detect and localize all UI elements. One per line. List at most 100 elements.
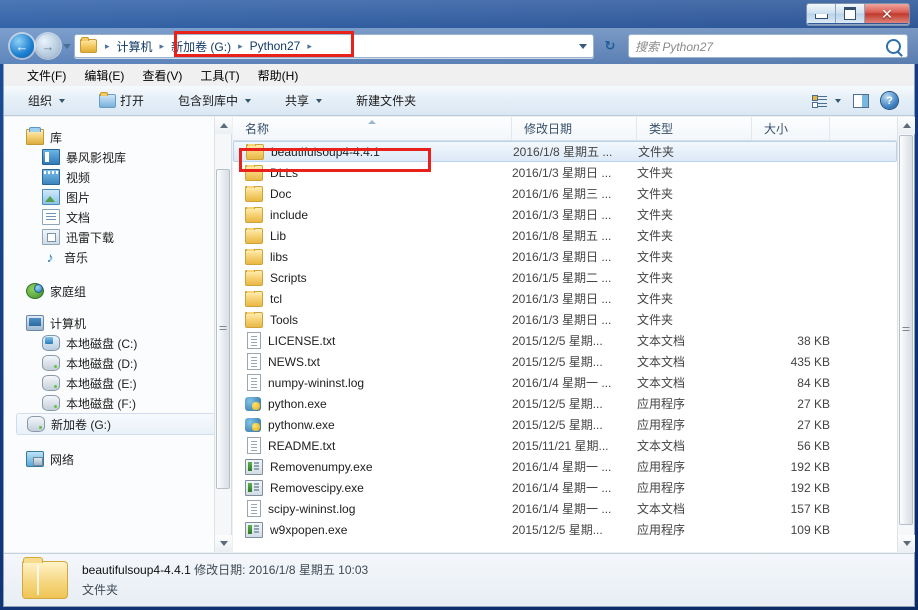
details-modified-value: 2016/1/8 星期五 10:03 [248,563,369,577]
maximize-button[interactable] [836,4,865,23]
menu-help[interactable]: 帮助(H) [249,65,308,86]
file-type-cell: 文件夹 [637,187,674,201]
recent-locations-icon[interactable] [63,44,71,49]
close-button[interactable]: ✕ [865,4,909,23]
file-name-label: beautifulsoup4-4.4.1 [271,144,380,159]
command-bar: 组织 打开 包含到库中 共享 新建文件夹 ? [4,86,914,116]
menu-view[interactable]: 查看(V) [133,65,191,86]
minimize-button[interactable] [807,4,836,23]
sidebar-item-label: 暴风影视库 [66,150,127,165]
table-row[interactable]: Lib 2016/1/8 星期五 ... 文件夹 [233,225,897,246]
sidebar-item-drive-c[interactable]: 本地磁盘 (C:) [4,333,231,353]
table-row[interactable]: DLLs 2016/1/3 星期日 ... 文件夹 [233,162,897,183]
table-row[interactable]: Removenumpy.exe 2016/1/4 星期一 ... 应用程序 192 K… [233,456,897,477]
refresh-button[interactable]: ↻ [600,36,620,56]
sidebar-item-homegroup[interactable]: 家庭组 [4,281,231,301]
sidebar-item-drive-f[interactable]: 本地磁盘 (F:) [4,393,231,413]
sidebar-item-videos[interactable]: 视频 [4,167,231,187]
pictures-icon [42,189,60,205]
close-icon: ✕ [881,5,893,22]
help-button[interactable]: ? [877,89,902,112]
table-row[interactable]: Doc 2016/1/6 星期三 ... 文件夹 [233,183,897,204]
back-button[interactable]: ← [10,34,34,58]
sidebar-item-drive-g[interactable]: 新加卷 (G:) [16,413,225,435]
new-folder-button[interactable]: 新建文件夹 [348,89,424,112]
table-row[interactable]: README.txt 2015/11/21 星期... 文本文档 56 KB [233,435,897,456]
table-row[interactable]: Removescipy.exe 2016/1/4 星期一 ... 应用程序 192 K… [233,477,897,498]
table-row[interactable]: python.exe 2015/12/5 星期... 应用程序 27 KB [233,393,897,414]
sidebar-item-thunder-downloads[interactable]: 迅雷下载 [4,227,231,247]
sidebar-item-music[interactable]: ♪ 音乐 [4,247,231,267]
file-date-cell: 2016/1/4 星期一 ... [512,481,612,495]
system-drive-icon [42,335,60,351]
table-row[interactable]: Tools 2016/1/3 星期日 ... 文件夹 [233,309,897,330]
change-view-button[interactable] [808,91,845,111]
table-row[interactable]: NEWS.txt 2015/12/5 星期... 文本文档 435 KB [233,351,897,372]
sidebar-item-label: 本地磁盘 (E:) [66,376,137,391]
navigation-pane[interactable]: 库 暴风影视库 视频 图片 文档 迅雷下载 ♪ 音乐 家庭组 计算机 本地磁盘 … [4,117,232,552]
column-header-type[interactable]: 类型 [637,117,752,140]
sidebar-item-computer[interactable]: 计算机 [4,313,231,333]
forward-button[interactable]: → [36,34,60,58]
table-row[interactable]: tcl 2016/1/3 星期日 ... 文件夹 [233,288,897,309]
sidebar-item-drive-e[interactable]: 本地磁盘 (E:) [4,373,231,393]
column-header-date[interactable]: 修改日期 [512,117,637,140]
navpane-scrollbar[interactable] [214,117,232,552]
table-row[interactable]: numpy-wininst.log 2016/1/4 星期一 ... 文本文档 84 … [233,372,897,393]
file-type-cell: 文本文档 [637,376,686,390]
table-row[interactable]: Scripts 2016/1/5 星期二 ... 文件夹 [233,267,897,288]
exe-icon [245,479,263,496]
folder-icon [245,248,263,265]
include-in-library-label: 包含到库中 [178,94,239,108]
address-bar[interactable]: ▸ 计算机 ▸ 新加卷 (G:) ▸ Python27 ▸ [74,34,594,58]
sidebar-item-label: 视频 [66,170,91,185]
filelist-scroll-down-button[interactable] [898,535,915,552]
breadcrumb-drive[interactable]: 新加卷 (G:) [169,35,233,57]
table-row[interactable]: beautifulsoup4-4.4.1 2016/1/8 星期五 ... 文件夹 [233,141,897,162]
navpane-scroll-down-button[interactable] [215,535,232,552]
filelist-scroll-up-button[interactable] [898,117,915,134]
organize-button[interactable]: 组织 [20,89,73,112]
sidebar-item-label: 本地磁盘 (F:) [66,396,136,411]
file-name-label: w9xpopen.exe [270,522,348,537]
filelist-scroll-thumb[interactable] [899,135,913,525]
file-size-cell: 56 KB [797,438,830,453]
file-type-cell: 文件夹 [637,292,674,306]
search-box[interactable]: 搜索 Python27 [628,34,908,58]
breadcrumb-computer[interactable]: 计算机 [115,35,155,57]
file-name-label: scipy-wininst.log [268,501,356,516]
navpane-scroll-thumb[interactable] [216,169,230,489]
include-in-library-button[interactable]: 包含到库中 [170,89,259,112]
sidebar-item-documents[interactable]: 文档 [4,207,231,227]
preview-pane-button[interactable] [847,91,875,111]
share-button[interactable]: 共享 [277,89,330,112]
table-row[interactable]: pythonw.exe 2015/12/5 星期... 应用程序 27 KB [233,414,897,435]
table-row[interactable]: LICENSE.txt 2015/12/5 星期... 文本文档 38 KB [233,330,897,351]
address-dropdown-icon[interactable] [579,43,587,49]
table-row[interactable]: include 2016/1/3 星期日 ... 文件夹 [233,204,897,225]
column-header-size[interactable]: 大小 [752,117,830,140]
sidebar-item-libraries[interactable]: 库 [4,127,231,147]
column-header-name[interactable]: 名称 [233,117,512,140]
sidebar-item-drive-d[interactable]: 本地磁盘 (D:) [4,353,231,373]
table-row[interactable]: scipy-wininst.log 2016/1/4 星期一 ... 文本文档 157… [233,498,897,519]
filelist-scrollbar[interactable] [897,117,915,552]
table-row[interactable]: w9xpopen.exe 2015/12/5 星期... 应用程序 109 KB [233,519,897,540]
open-button[interactable]: 打开 [91,89,152,112]
file-date-cell: 2015/12/5 星期... [512,355,603,369]
text-file-icon [247,332,261,349]
sidebar-item-baofeng-library[interactable]: 暴风影视库 [4,147,231,167]
menu-edit[interactable]: 编辑(E) [75,65,133,86]
table-row[interactable]: libs 2016/1/3 星期日 ... 文件夹 [233,246,897,267]
menu-tools[interactable]: 工具(T) [191,65,248,86]
exe-icon [245,458,263,475]
file-name-cell: python.exe [233,396,512,411]
navpane-scroll-up-button[interactable] [215,117,232,134]
sidebar-item-network[interactable]: 网络 [4,449,231,469]
sidebar-item-pictures[interactable]: 图片 [4,187,231,207]
file-date-cell: 2016/1/4 星期一 ... [512,460,612,474]
breadcrumb-folder[interactable]: Python27 [248,35,303,57]
file-list-pane[interactable]: 名称 修改日期 类型 大小 beautifulsoup4-4.4.1 2016/1… [233,117,914,552]
menu-file[interactable]: 文件(F) [18,65,75,86]
title-bar[interactable]: ✕ [0,0,918,28]
